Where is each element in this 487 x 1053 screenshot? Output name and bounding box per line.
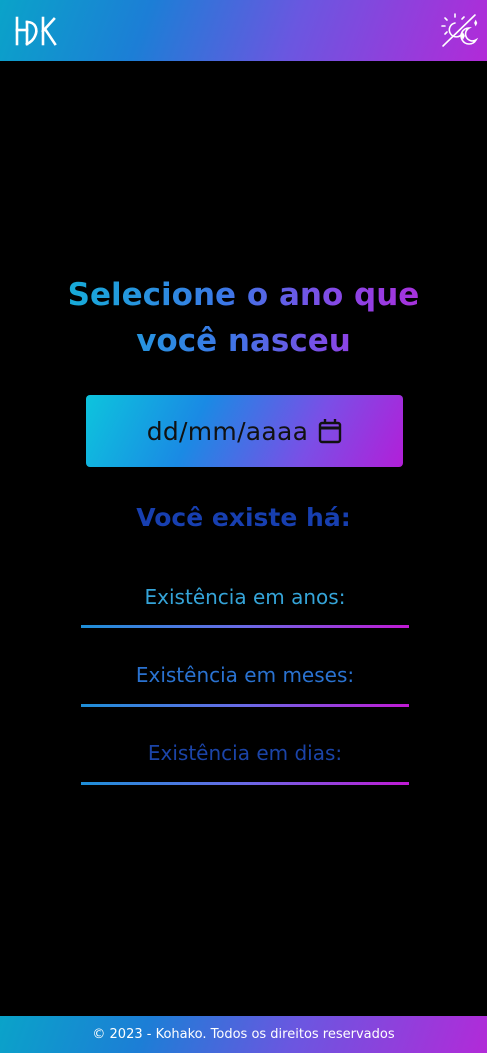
birth-date-input[interactable]: dd/mm/aaaa (86, 395, 403, 467)
result-days-line (81, 782, 409, 785)
top-bar (0, 0, 487, 61)
result-years-line (81, 625, 409, 628)
page-title: Selecione o ano que você nasceu (40, 272, 447, 364)
exist-heading: Você existe há: (136, 503, 351, 532)
date-placeholder: dd/mm/aaaa (146, 416, 309, 446)
result-days-label: Existência em dias: (147, 741, 343, 765)
sun-moon-icon[interactable] (441, 12, 479, 50)
footer: © 2023 - Kohako. Todos os direitos reser… (0, 1016, 487, 1053)
calendar-icon[interactable] (318, 418, 342, 444)
result-months-line (81, 704, 409, 707)
result-months-label: Existência em meses: (135, 663, 355, 687)
result-years-label: Existência em anos: (144, 585, 346, 609)
page: Selecione o ano que você nasceu dd/mm/aa… (0, 0, 487, 1053)
copyright-text: © 2023 - Kohako. Todos os direitos reser… (92, 1027, 395, 1042)
logo-icon[interactable] (14, 16, 58, 46)
